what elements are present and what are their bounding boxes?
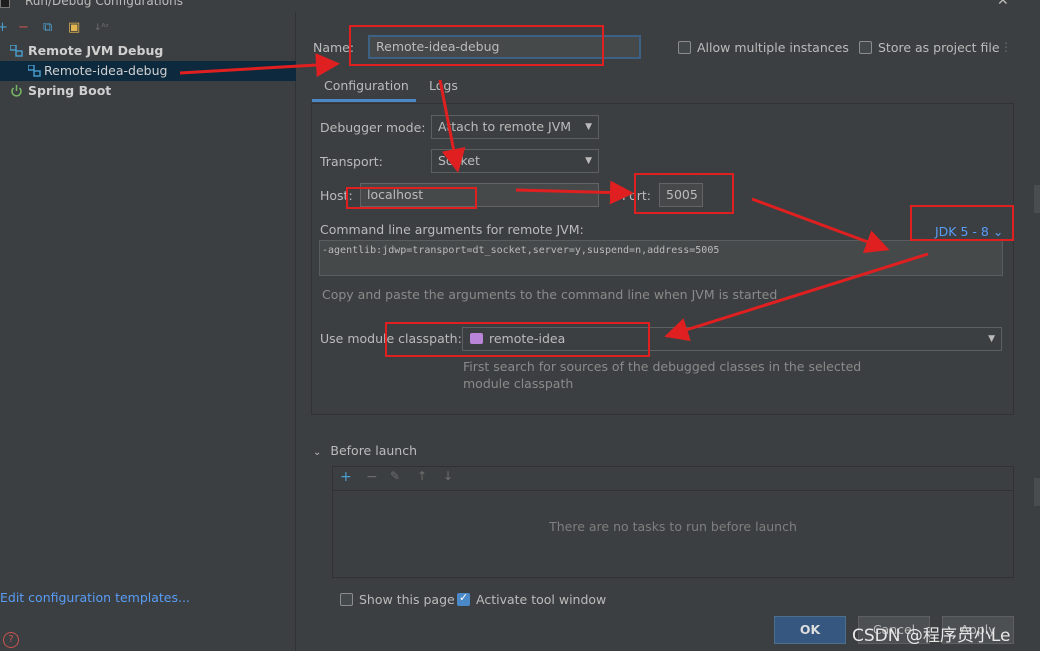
sort-icon[interactable]: ↓ᴬᶻ bbox=[94, 20, 109, 36]
ok-button[interactable]: OK bbox=[774, 616, 846, 644]
chevron-down-icon: ⌄ bbox=[313, 447, 322, 458]
tree-item-label: Remote-idea-debug bbox=[44, 63, 168, 78]
allow-multiple-label: Allow multiple instances bbox=[697, 40, 849, 55]
chevron-down-icon: ▼ bbox=[585, 122, 592, 132]
remote-debug-icon bbox=[28, 65, 41, 77]
window-title: Run/Debug Configurations bbox=[25, 0, 183, 8]
activate-tool-label: Activate tool window bbox=[476, 592, 607, 607]
tree-group-spring-boot[interactable]: Spring Boot bbox=[0, 81, 296, 101]
module-hint-line1: First search for sources of the debugged… bbox=[463, 359, 862, 374]
before-launch-label: Before launch bbox=[330, 443, 417, 458]
transport-value: Socket bbox=[438, 153, 480, 168]
add-task-icon[interactable]: + bbox=[340, 469, 352, 485]
edit-templates-link[interactable]: Edit configuration templates... bbox=[0, 590, 190, 605]
tab-logs[interactable]: Logs bbox=[429, 78, 458, 102]
tab-label: Logs bbox=[429, 78, 458, 93]
cmd-args-label: Command line arguments for remote JVM: bbox=[320, 222, 584, 237]
activate-tool-checkbox[interactable] bbox=[457, 591, 470, 606]
add-icon[interactable]: + bbox=[0, 20, 8, 36]
transport-select[interactable]: Socket ▼ bbox=[431, 149, 599, 173]
debugger-mode-value: Attach to remote JVM bbox=[438, 119, 572, 134]
tree-group-label: Spring Boot bbox=[28, 83, 112, 98]
scrollbar-thumb[interactable] bbox=[1034, 185, 1040, 213]
power-icon bbox=[11, 85, 22, 97]
copy-icon[interactable]: ⧉ bbox=[43, 20, 52, 36]
watermark: CSDN @程序员小Le bbox=[852, 626, 1011, 646]
configuration-panel: Debugger mode: Attach to remote JVM ▼ Tr… bbox=[311, 103, 1014, 415]
annotation-box-jdk bbox=[910, 205, 1014, 241]
folder-icon[interactable]: ▣ bbox=[68, 20, 80, 36]
remove-icon[interactable]: − bbox=[18, 20, 29, 36]
move-up-icon[interactable]: ↑ bbox=[417, 469, 427, 483]
annotation-box-name bbox=[349, 25, 604, 66]
allow-multiple-checkbox[interactable] bbox=[678, 41, 691, 54]
cmd-args-hint: Copy and paste the arguments to the comm… bbox=[322, 287, 778, 302]
tab-configuration[interactable]: Configuration bbox=[312, 78, 416, 102]
chevron-down-icon: ▼ bbox=[585, 156, 592, 166]
before-launch-header[interactable]: ⌄ Before launch bbox=[313, 443, 417, 458]
remote-debug-icon bbox=[10, 45, 23, 57]
scrollbar-thumb[interactable] bbox=[1034, 478, 1040, 506]
app-icon bbox=[0, 0, 10, 8]
empty-tasks-text: There are no tasks to run before launch bbox=[549, 519, 797, 534]
title-bar: Run/Debug Configurations ✕ bbox=[0, 0, 1040, 12]
store-project-checkbox[interactable] bbox=[859, 41, 872, 54]
tab-label: Configuration bbox=[324, 78, 409, 93]
configurations-sidebar: + − ⧉ ▣ ↓ᴬᶻ Remote JVM Debug Remote-idea… bbox=[0, 12, 296, 651]
show-page-label: Show this page bbox=[359, 592, 455, 607]
name-label: Name: bbox=[313, 40, 355, 55]
before-launch-tasks: + − ✎ ↑ ↓ There are no tasks to run befo… bbox=[332, 466, 1014, 578]
annotation-box-port bbox=[634, 173, 734, 214]
debugger-mode-label: Debugger mode: bbox=[320, 120, 426, 135]
transport-label: Transport: bbox=[320, 154, 383, 169]
tree-group-label: Remote JVM Debug bbox=[28, 43, 164, 58]
store-project-label: Store as project file bbox=[878, 40, 1000, 55]
debugger-mode-select[interactable]: Attach to remote JVM ▼ bbox=[431, 115, 599, 139]
module-hint-line2: module classpath bbox=[463, 376, 574, 391]
move-down-icon[interactable]: ↓ bbox=[443, 469, 453, 483]
remove-task-icon[interactable]: − bbox=[366, 469, 378, 485]
close-icon[interactable]: ✕ bbox=[997, 0, 1009, 9]
edit-task-icon[interactable]: ✎ bbox=[390, 469, 400, 483]
tree-group-remote-jvm-debug[interactable]: Remote JVM Debug bbox=[0, 41, 296, 61]
sidebar-toolbar: + − ⧉ ▣ ↓ᴬᶻ bbox=[0, 20, 296, 38]
help-icon[interactable]: ? bbox=[3, 632, 19, 648]
tree-item-remote-idea-debug[interactable]: Remote-idea-debug bbox=[0, 61, 296, 81]
annotation-box-host bbox=[346, 187, 477, 209]
tasks-toolbar: + − ✎ ↑ ↓ bbox=[333, 467, 1013, 491]
chevron-down-icon: ▼ bbox=[988, 334, 995, 344]
cmd-args-field[interactable]: -agentlib:jdwp=transport=dt_socket,serve… bbox=[319, 240, 1003, 276]
annotation-box-module bbox=[385, 322, 650, 357]
more-icon[interactable]: ⋮ bbox=[1000, 40, 1012, 54]
show-page-checkbox[interactable] bbox=[340, 593, 353, 606]
